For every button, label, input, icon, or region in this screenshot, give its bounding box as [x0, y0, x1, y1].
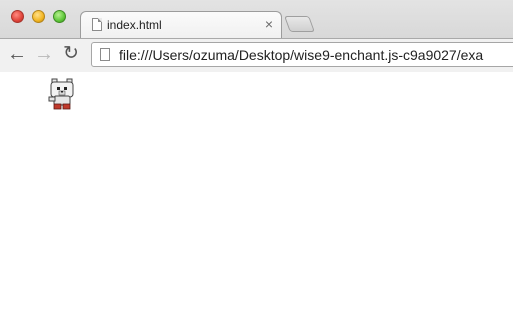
window-maximize-button[interactable] [53, 10, 66, 23]
tab-title: index.html [107, 18, 162, 32]
browser-chrome: index.html × ← → ↻ file:///Users/ozuma/D… [0, 0, 513, 72]
window-close-button[interactable] [11, 10, 24, 23]
address-bar[interactable]: file:///Users/ozuma/Desktop/wise9-enchan… [91, 42, 513, 67]
back-arrow-icon[interactable]: ← [6, 43, 28, 65]
page-document-icon [100, 48, 110, 61]
forward-arrow-icon[interactable]: → [33, 43, 55, 65]
tab-strip: index.html × [0, 0, 513, 39]
tab-close-icon[interactable]: × [265, 16, 273, 32]
tab-index-html[interactable]: index.html × [80, 11, 282, 39]
new-tab-button[interactable] [284, 16, 315, 32]
toolbar: ← → ↻ file:///Users/ozuma/Desktop/wise9-… [0, 38, 513, 72]
page-viewport [0, 72, 513, 326]
bear-sprite [48, 78, 74, 110]
document-icon [92, 18, 102, 31]
url-text[interactable]: file:///Users/ozuma/Desktop/wise9-enchan… [119, 47, 483, 63]
reload-icon[interactable]: ↻ [60, 43, 82, 65]
window-minimize-button[interactable] [32, 10, 45, 23]
